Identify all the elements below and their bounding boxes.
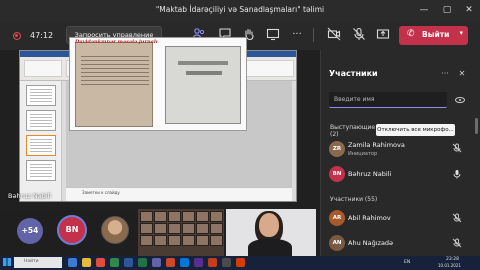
microphone-muted-icon[interactable] (452, 213, 462, 223)
excel-icon[interactable] (138, 258, 147, 267)
avatar: ZR (329, 141, 345, 157)
title-bar: "Maktab İdarəçiliyi və Sanadlaşmaları" t… (0, 0, 480, 22)
slide-thumbnail-selected (26, 135, 56, 156)
share-screen-icon[interactable] (265, 27, 281, 43)
windows-start-icon[interactable] (3, 258, 11, 266)
app-icon[interactable] (110, 258, 119, 267)
presenters-count: (2) (330, 131, 339, 138)
leave-label: Выйти (422, 30, 450, 39)
microphone-off-icon[interactable] (351, 27, 367, 43)
app-icon[interactable] (236, 258, 245, 267)
meeting-timer: 47:12 (30, 31, 54, 40)
journal-cover-photo (165, 46, 241, 124)
window-title: "Maktab İdarəçiliyi və Sanadlaşmaları" t… (155, 5, 325, 14)
participant-name: Zamila Rahimova (348, 141, 405, 149)
close-icon[interactable]: ✕ (456, 68, 468, 80)
app-icon[interactable] (222, 258, 231, 267)
taskbar-search-placeholder: Найти (24, 259, 39, 264)
slide-thumbnail (26, 160, 56, 181)
participant-name: Bəhruz Nabili (348, 170, 392, 178)
slide-thumbnail (26, 110, 56, 131)
avatar: BN (329, 166, 345, 182)
avatar: AN (329, 235, 345, 251)
word-icon[interactable] (124, 258, 133, 267)
participant-name: Ahu Nağızadə (348, 239, 394, 247)
minimize-icon[interactable]: — (418, 4, 430, 16)
recording-icon (13, 32, 21, 40)
current-slide (69, 37, 247, 131)
microphone-muted-icon[interactable] (452, 238, 462, 248)
panel-title: Участники (329, 69, 378, 78)
keyboard-language[interactable]: EN (404, 260, 410, 265)
edge-icon[interactable] (180, 258, 189, 267)
leave-button[interactable]: ✆ Выйти ▾ (399, 26, 468, 45)
participant-video-grid[interactable] (138, 209, 224, 256)
more-participants-badge[interactable]: +54 (17, 218, 43, 244)
presenters-section-label[interactable]: Выступающие (330, 124, 375, 131)
teams-meeting-window: "Maktab İdarəçiliyi və Sanadlaşmaları" t… (0, 0, 480, 270)
ribbon-group (24, 60, 62, 77)
maximize-icon[interactable]: ▢ (441, 4, 453, 16)
share-link-icon[interactable] (454, 94, 466, 106)
presenter-name: Bəhruz Nabili (8, 192, 52, 200)
chrome-icon[interactable] (96, 258, 105, 267)
file-explorer-icon[interactable] (82, 258, 91, 267)
slide-thumbnails (20, 81, 62, 201)
camera-off-icon[interactable] (326, 27, 342, 43)
toolbar-divider (313, 28, 314, 42)
close-icon[interactable]: ✕ (463, 4, 475, 16)
microphone-muted-icon[interactable] (452, 143, 462, 153)
teams-icon[interactable] (152, 258, 161, 267)
more-options-icon[interactable]: ··· (439, 68, 451, 80)
hang-up-icon: ✆ (407, 29, 415, 39)
taskbar-clock-date[interactable]: 10.01.2021 (438, 263, 461, 268)
participant-camera-video[interactable] (226, 209, 316, 256)
slide-notes: Заметки к слайду (66, 187, 292, 201)
participant-photo-avatar[interactable] (101, 216, 129, 244)
participant-name: Abil Rahimov (348, 214, 391, 222)
chevron-down-icon[interactable]: ▾ (459, 29, 463, 37)
mute-all-tooltip[interactable]: Отключить все микрофо... (376, 124, 455, 136)
taskbar-clock-time[interactable]: 23:28 (446, 257, 459, 262)
microphone-icon[interactable] (452, 169, 462, 179)
app-icon[interactable] (208, 258, 217, 267)
powerpoint-icon[interactable] (166, 258, 175, 267)
participants-section-label[interactable]: Участники (55) (330, 196, 377, 203)
slide-heading: Davidənkmnər məsələ jurnalı (75, 39, 158, 45)
document-photo (75, 42, 153, 127)
slide-thumbnail (26, 85, 56, 106)
panel-scrollbar[interactable] (475, 118, 478, 134)
task-view-icon[interactable] (68, 258, 77, 267)
participant-role: Инициатор (348, 151, 378, 157)
more-options-icon[interactable]: ··· (289, 27, 305, 43)
avatar[interactable]: BN (57, 215, 87, 245)
share-tray-icon[interactable] (375, 27, 391, 43)
app-icon[interactable] (194, 258, 203, 267)
avatar: AR (329, 210, 345, 226)
search-placeholder: Введите имя (334, 96, 375, 103)
